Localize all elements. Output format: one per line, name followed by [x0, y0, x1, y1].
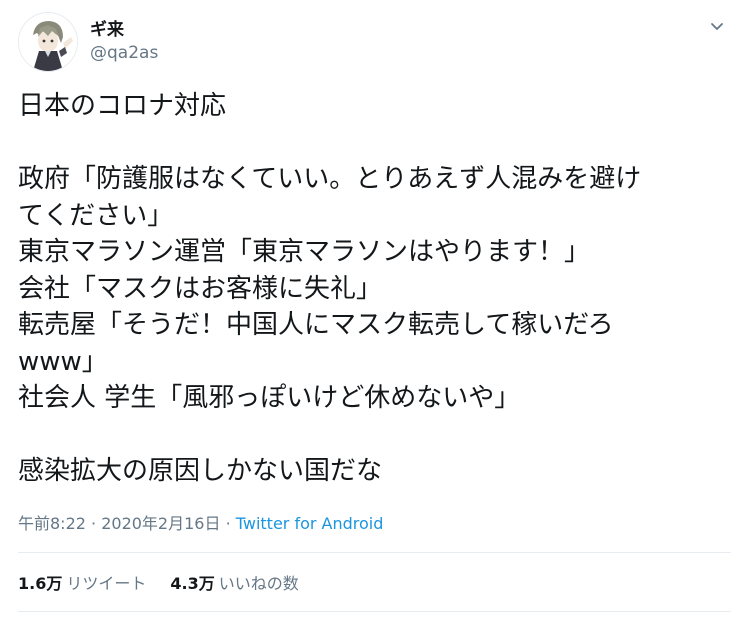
tweet-line: 社会人 学生「風邪っぽいけど休めないや」 [18, 383, 521, 413]
divider [18, 611, 731, 612]
tweet-card: ギ来 @qa2as 日本のコロナ対応 政府「防護服はなくていい。とりあえず人混み… [0, 0, 749, 619]
tweet-stats: 1.6万 リツイート 4.3万 いいねの数 [18, 572, 323, 596]
tweet-date[interactable]: 2020年2月16日 [101, 514, 220, 533]
avatar[interactable] [18, 12, 78, 72]
tweet-line: てください」 [18, 200, 174, 231]
meta-separator: · [91, 514, 102, 533]
tweet-text: 日本のコロナ対応 政府「防護服はなくていい。とりあえず人混みを避け てください」… [18, 88, 733, 490]
tweet-line: 日本のコロナ対応 [18, 91, 227, 121]
display-name[interactable]: ギ来 [90, 19, 158, 41]
divider [18, 552, 731, 553]
chevron-down-icon [711, 23, 723, 30]
tweet-header: ギ来 @qa2as [18, 10, 158, 74]
retweets-stat[interactable]: 1.6万 リツイート [18, 572, 146, 596]
user-handle[interactable]: @qa2as [90, 41, 158, 65]
meta-separator: · [225, 514, 236, 533]
tweet-time[interactable]: 午前8:22 [18, 514, 86, 533]
tweet-line: 東京マラソン運営「東京マラソンはやります！」 [18, 237, 591, 267]
likes-label: いいねの数 [218, 574, 299, 593]
likes-count: 4.3万 [170, 574, 215, 593]
tweet-line: 会社「マスクはお客様に失礼」 [18, 273, 383, 304]
tweet-meta: 午前8:22 · 2020年2月16日 · Twitter for Androi… [18, 512, 383, 536]
retweets-label: リツイート [66, 574, 147, 593]
tweet-line: 感染拡大の原因しかない国だな [18, 456, 383, 486]
anime-character-avatar-icon [19, 13, 77, 71]
tweet-source-link[interactable]: Twitter for Android [236, 514, 384, 533]
tweet-line: 転売屋「そうだ！中国人にマスク転売して稼いだろ [18, 310, 614, 340]
retweets-count: 1.6万 [18, 574, 63, 593]
more-options-button[interactable] [707, 16, 727, 36]
tweet-line: 政府「防護服はなくていい。とりあえず人混みを避け [18, 164, 642, 194]
user-names: ギ来 @qa2as [90, 19, 158, 65]
likes-stat[interactable]: 4.3万 いいねの数 [170, 572, 298, 596]
tweet-line: www」 [18, 346, 108, 377]
